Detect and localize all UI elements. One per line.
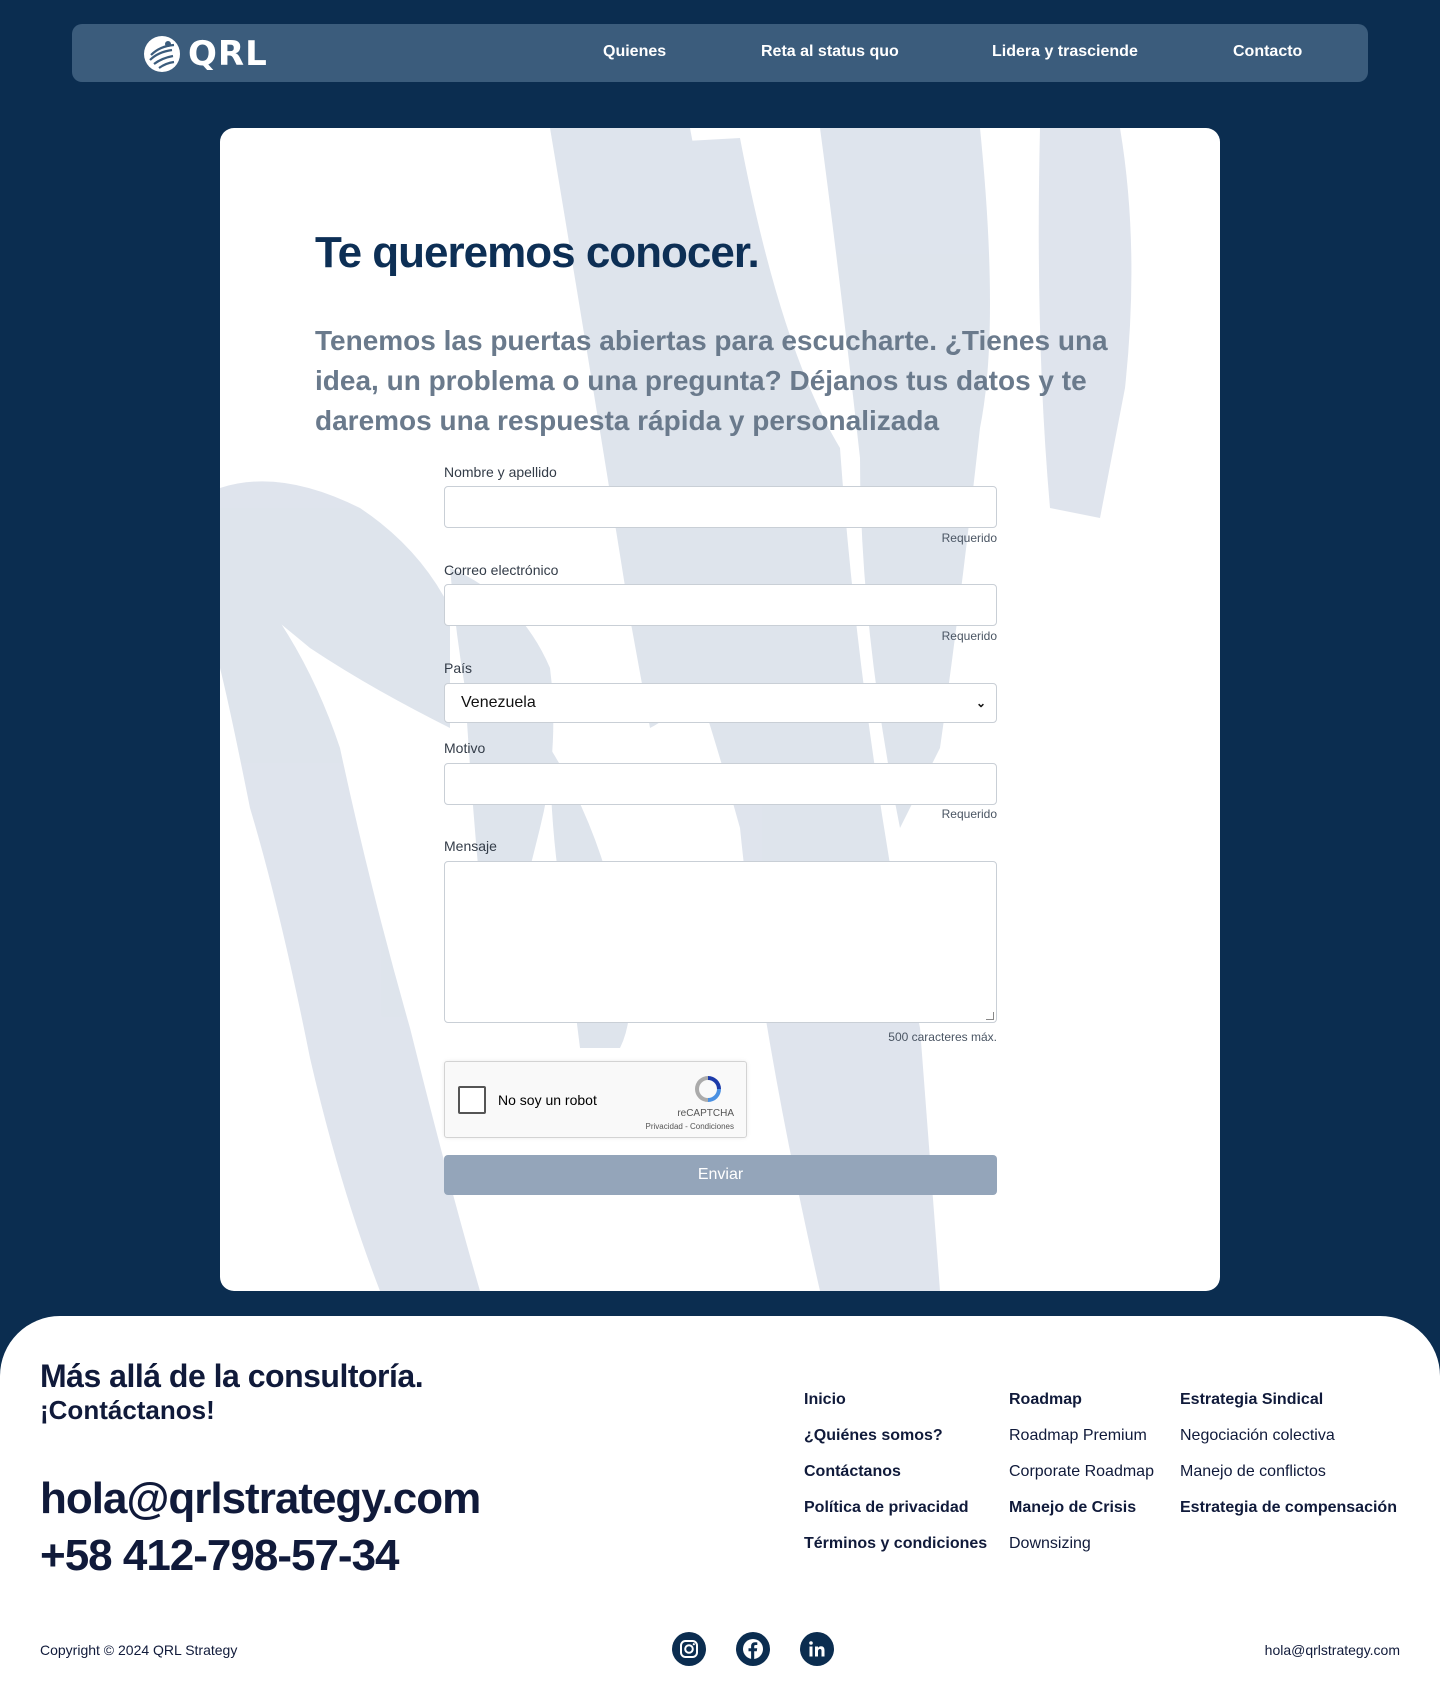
recaptcha-links[interactable]: Privacidad - Condiciones (646, 1122, 735, 1131)
footer-links-col-2: Roadmap Roadmap Premium Corporate Roadma… (1009, 1391, 1154, 1571)
footer-link-corporate-roadmap[interactable]: Corporate Roadmap (1009, 1463, 1154, 1499)
top-navbar: QRL Quienes Reta al status quo Lidera y … (72, 24, 1368, 82)
nav-link-contacto[interactable]: Contacto (1233, 43, 1302, 61)
email-label: Correo electrónico (444, 562, 559, 578)
nav-link-quienes[interactable]: Quienes (603, 43, 666, 61)
recaptcha-icon (695, 1076, 721, 1102)
instagram-glyph-icon (680, 1640, 698, 1658)
footer-link-negociacion[interactable]: Negociación colectiva (1180, 1427, 1397, 1463)
email-required-hint: Requerido (941, 629, 997, 643)
footer-link-conflictos[interactable]: Manejo de conflictos (1180, 1463, 1397, 1499)
submit-button[interactable]: Enviar (444, 1155, 997, 1195)
footer-link-inicio[interactable]: Inicio (804, 1391, 987, 1427)
footer-links-col-1: Inicio ¿Quiénes somos? Contáctanos Polít… (804, 1391, 987, 1571)
name-input[interactable] (444, 486, 997, 528)
logo-text: QRL (188, 34, 268, 74)
page-subtitle: Tenemos las puertas abiertas para escuch… (315, 325, 1108, 436)
motive-input[interactable] (444, 763, 997, 805)
linkedin-icon[interactable] (800, 1632, 834, 1666)
footer-cta: ¡Contáctanos! (40, 1395, 215, 1425)
email-input[interactable] (444, 584, 997, 626)
country-select[interactable]: Venezuela ⌄ (444, 683, 997, 723)
logo-icon (144, 36, 180, 72)
recaptcha-widget: No soy un robot reCAPTCHA Privacidad - C… (444, 1061, 747, 1138)
footer-link-estrategia-sindical[interactable]: Estrategia Sindical (1180, 1391, 1397, 1427)
contact-card: Te queremos conocer. Tenemos las puertas… (220, 128, 1220, 1291)
motive-required-hint: Requerido (941, 807, 997, 821)
nav-link-reta[interactable]: Reta al status quo (761, 43, 899, 61)
country-label: País (444, 660, 473, 676)
instagram-icon[interactable] (672, 1632, 706, 1666)
recaptcha-checkbox[interactable] (458, 1086, 486, 1114)
recaptcha-brand: reCAPTCHA (677, 1108, 734, 1119)
logo[interactable]: QRL (142, 34, 268, 74)
footer: Más allá de la consultoría. ¡Contáctanos… (0, 1316, 1440, 1691)
nav-link-lidera[interactable]: Lidera y trasciende (992, 43, 1138, 61)
footer-link-contactanos[interactable]: Contáctanos (804, 1463, 987, 1499)
message-textarea[interactable] (444, 861, 997, 1023)
linkedin-glyph-icon (809, 1641, 825, 1657)
footer-links-col-3: Estrategia Sindical Negociación colectiv… (1180, 1391, 1397, 1535)
resize-handle-icon[interactable] (986, 1012, 994, 1020)
footer-link-quienes[interactable]: ¿Quiénes somos? (804, 1427, 987, 1463)
footer-link-privacidad[interactable]: Política de privacidad (804, 1499, 987, 1535)
footer-tagline: Más allá de la consultoría. (40, 1358, 424, 1394)
facebook-icon[interactable] (736, 1632, 770, 1666)
country-select-value: Venezuela (461, 694, 536, 711)
footer-email-small[interactable]: hola@qrlstrategy.com (1265, 1642, 1400, 1658)
footer-link-terminos[interactable]: Términos y condiciones (804, 1535, 987, 1571)
footer-email[interactable]: hola@qrlstrategy.com (40, 1474, 481, 1524)
footer-link-roadmap[interactable]: Roadmap (1009, 1391, 1154, 1427)
footer-link-downsizing[interactable]: Downsizing (1009, 1535, 1154, 1571)
motive-label: Motivo (444, 740, 486, 756)
name-label: Nombre y apellido (444, 464, 557, 480)
footer-link-roadmap-premium[interactable]: Roadmap Premium (1009, 1427, 1154, 1463)
footer-phone[interactable]: +58 412-798-57-34 (40, 1531, 400, 1581)
copyright: Copyright © 2024 QRL Strategy (40, 1642, 238, 1658)
name-required-hint: Requerido (941, 531, 997, 545)
page-title: Te queremos conocer. (315, 228, 760, 277)
footer-link-manejo-crisis[interactable]: Manejo de Crisis (1009, 1499, 1154, 1535)
footer-link-compensacion[interactable]: Estrategia de compensación (1180, 1499, 1397, 1535)
message-max-hint: 500 caracteres máx. (888, 1030, 997, 1044)
facebook-glyph-icon (743, 1639, 763, 1659)
recaptcha-label: No soy un robot (498, 1092, 597, 1108)
chevron-down-icon: ⌄ (975, 696, 986, 710)
message-label: Mensaje (444, 838, 497, 854)
